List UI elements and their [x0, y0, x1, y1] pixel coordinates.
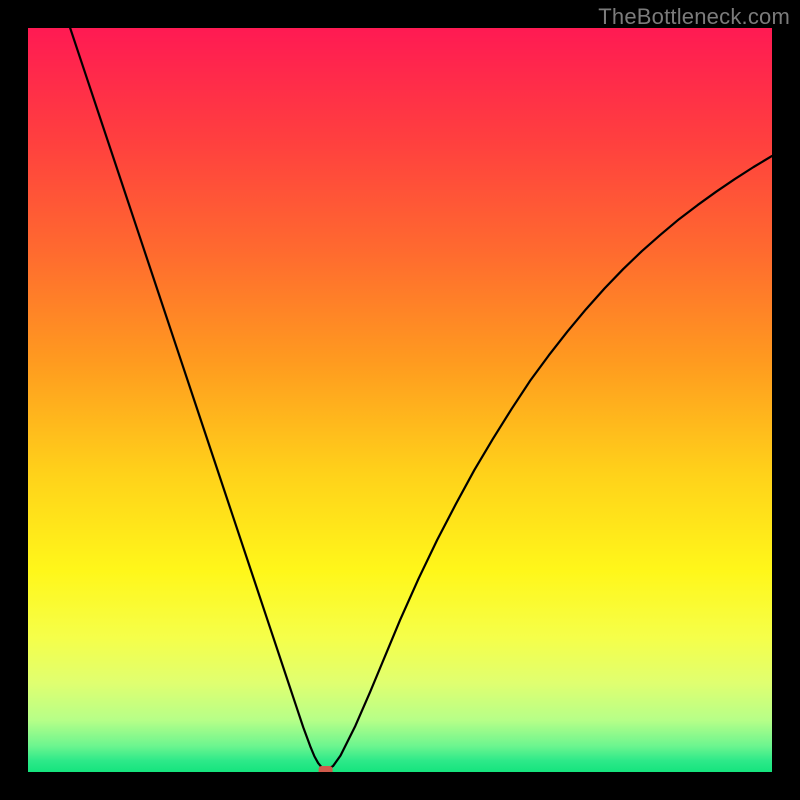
bottleneck-marker — [319, 766, 333, 772]
watermark-text: TheBottleneck.com — [598, 4, 790, 30]
chart-svg — [28, 28, 772, 772]
heatmap-background — [28, 28, 772, 772]
chart-frame: TheBottleneck.com — [0, 0, 800, 800]
plot-area — [28, 28, 772, 772]
